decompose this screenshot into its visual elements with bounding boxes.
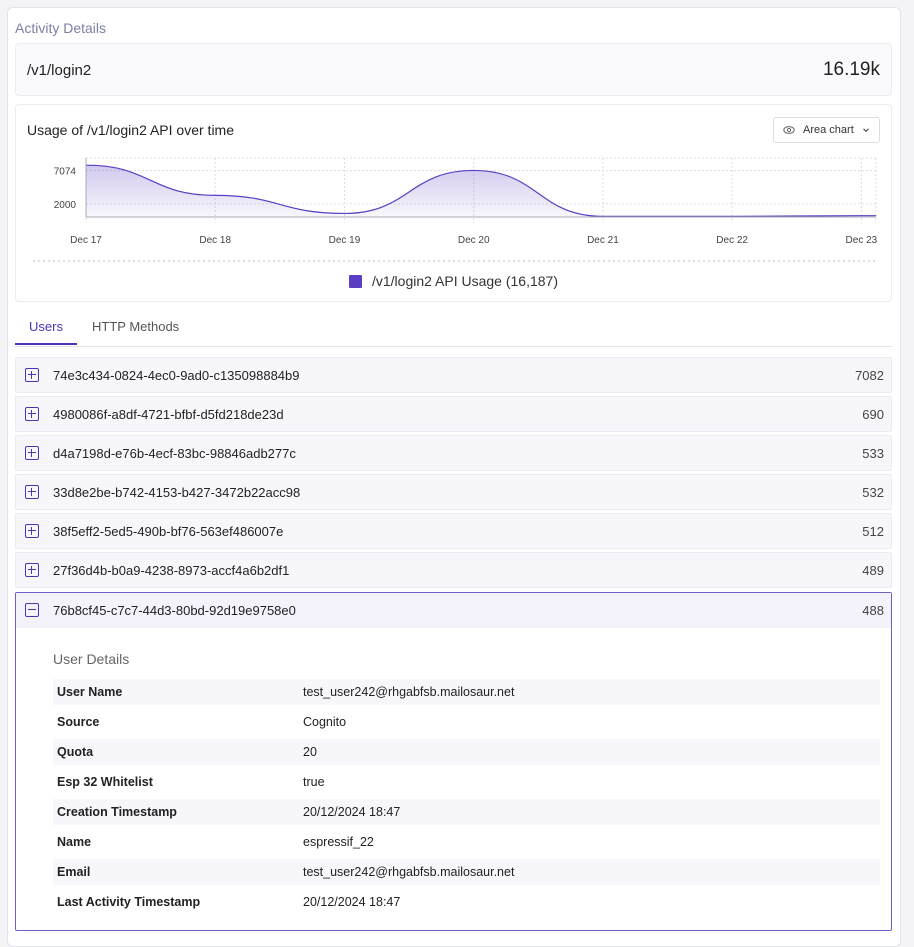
user-row[interactable]: 33d8e2be-b742-4153-b427-3472b22acc98 532 [15,474,892,510]
expanded-user-row: 76b8cf45-c7c7-44d3-80bd-92d19e9758e0 488… [15,592,892,931]
tab-bar: Users HTTP Methods [15,313,892,347]
user-id: 76b8cf45-c7c7-44d3-80bd-92d19e9758e0 [53,603,296,618]
x-tick-label: Dec 22 [716,235,748,246]
detail-row: Source Cognito [53,709,880,735]
detail-row: Name espressif_22 [53,829,880,855]
expand-icon[interactable] [25,563,39,577]
detail-key: User Name [57,685,123,699]
detail-value: espressif_22 [303,835,374,849]
expand-icon[interactable] [25,446,39,460]
detail-value: 20 [303,745,317,759]
detail-key: Creation Timestamp [57,805,177,819]
chart-legend[interactable]: /v1/login2 API Usage (16,187) [16,273,891,289]
detail-row: Email test_user242@rhgabfsb.mailosaur.ne… [53,859,880,885]
x-tick-label: Dec 17 [70,235,102,246]
user-id: 74e3c434-0824-4ec0-9ad0-c135098884b9 [53,368,300,383]
detail-row: Creation Timestamp 20/12/2024 18:47 [53,799,880,825]
user-count: 532 [862,485,884,500]
user-count: 512 [862,524,884,539]
user-row[interactable]: d4a7198d-e76b-4ecf-83bc-98846adb277c 533 [15,435,892,471]
user-row[interactable]: 74e3c434-0824-4ec0-9ad0-c135098884b9 708… [15,357,892,393]
user-details-title: User Details [53,651,130,667]
expand-icon[interactable] [25,524,39,538]
detail-row: Last Activity Timestamp 20/12/2024 18:47 [53,889,880,915]
detail-row: User Name test_user242@rhgabfsb.mailosau… [53,679,880,705]
detail-row: Esp 32 Whitelist true [53,769,880,795]
endpoint-path: /v1/login2 [27,62,92,79]
user-id: 4980086f-a8df-4721-bfbf-d5fd218de23d [53,407,284,422]
usage-chart-card: Usage of /v1/login2 API over time Area c… [15,104,892,302]
y-tick-label: 2000 [54,200,77,211]
detail-value: test_user242@rhgabfsb.mailosaur.net [303,865,515,879]
detail-key: Email [57,865,91,879]
user-id: 33d8e2be-b742-4153-b427-3472b22acc98 [53,485,301,500]
total-count: 16.19k [822,59,880,80]
detail-value: 20/12/2024 18:47 [303,895,401,909]
user-id: 38f5eff2-5ed5-490b-bf76-563ef486007e [53,524,284,539]
tab-users[interactable]: Users [15,319,77,345]
legend-swatch [348,275,362,288]
detail-row: Quota 20 [53,739,880,765]
detail-value: Cognito [303,715,347,729]
expand-icon[interactable] [25,485,39,499]
expanded-user-header[interactable]: 76b8cf45-c7c7-44d3-80bd-92d19e9758e0 488 [16,593,891,628]
user-id: 27f36d4b-b0a9-4238-8973-accf4a6b2df1 [53,563,290,578]
detail-value: 20/12/2024 18:47 [303,805,401,819]
user-row[interactable]: 27f36d4b-b0a9-4238-8973-accf4a6b2df1 489 [15,552,892,588]
detail-key: Quota [57,745,94,759]
x-tick-label: Dec 18 [199,235,231,246]
x-tick-label: Dec 21 [587,235,619,246]
section-title: Activity Details [15,20,107,36]
expand-icon[interactable] [25,407,39,421]
user-count: 7082 [855,368,884,383]
usage-area-fill [86,165,876,217]
endpoint-summary: /v1/login2 16.19k [15,43,892,96]
detail-value: test_user242@rhgabfsb.mailosaur.net [303,685,515,699]
legend-label: /v1/login2 API Usage (16,187) [371,273,558,289]
user-count: 533 [862,446,884,461]
expand-icon[interactable] [25,368,39,382]
user-row[interactable]: 4980086f-a8df-4721-bfbf-d5fd218de23d 690 [15,396,892,432]
user-count: 690 [862,407,884,422]
user-id: d4a7198d-e76b-4ecf-83bc-98846adb277c [53,446,296,461]
x-tick-label: Dec 23 [846,235,878,246]
x-tick-label: Dec 20 [458,235,490,246]
detail-value: true [303,775,325,789]
user-count: 489 [862,563,884,578]
user-count: 488 [862,603,884,618]
user-row[interactable]: 38f5eff2-5ed5-490b-bf76-563ef486007e 512 [15,513,892,549]
detail-key: Name [57,835,92,849]
x-tick-label: Dec 19 [329,235,361,246]
detail-key: Esp 32 Whitelist [57,775,153,789]
collapse-icon[interactable] [25,603,39,617]
tab-http-methods[interactable]: HTTP Methods [92,319,179,345]
y-tick-label: 7074 [54,167,77,178]
detail-key: Last Activity Timestamp [57,895,201,909]
detail-key: Source [57,715,100,729]
